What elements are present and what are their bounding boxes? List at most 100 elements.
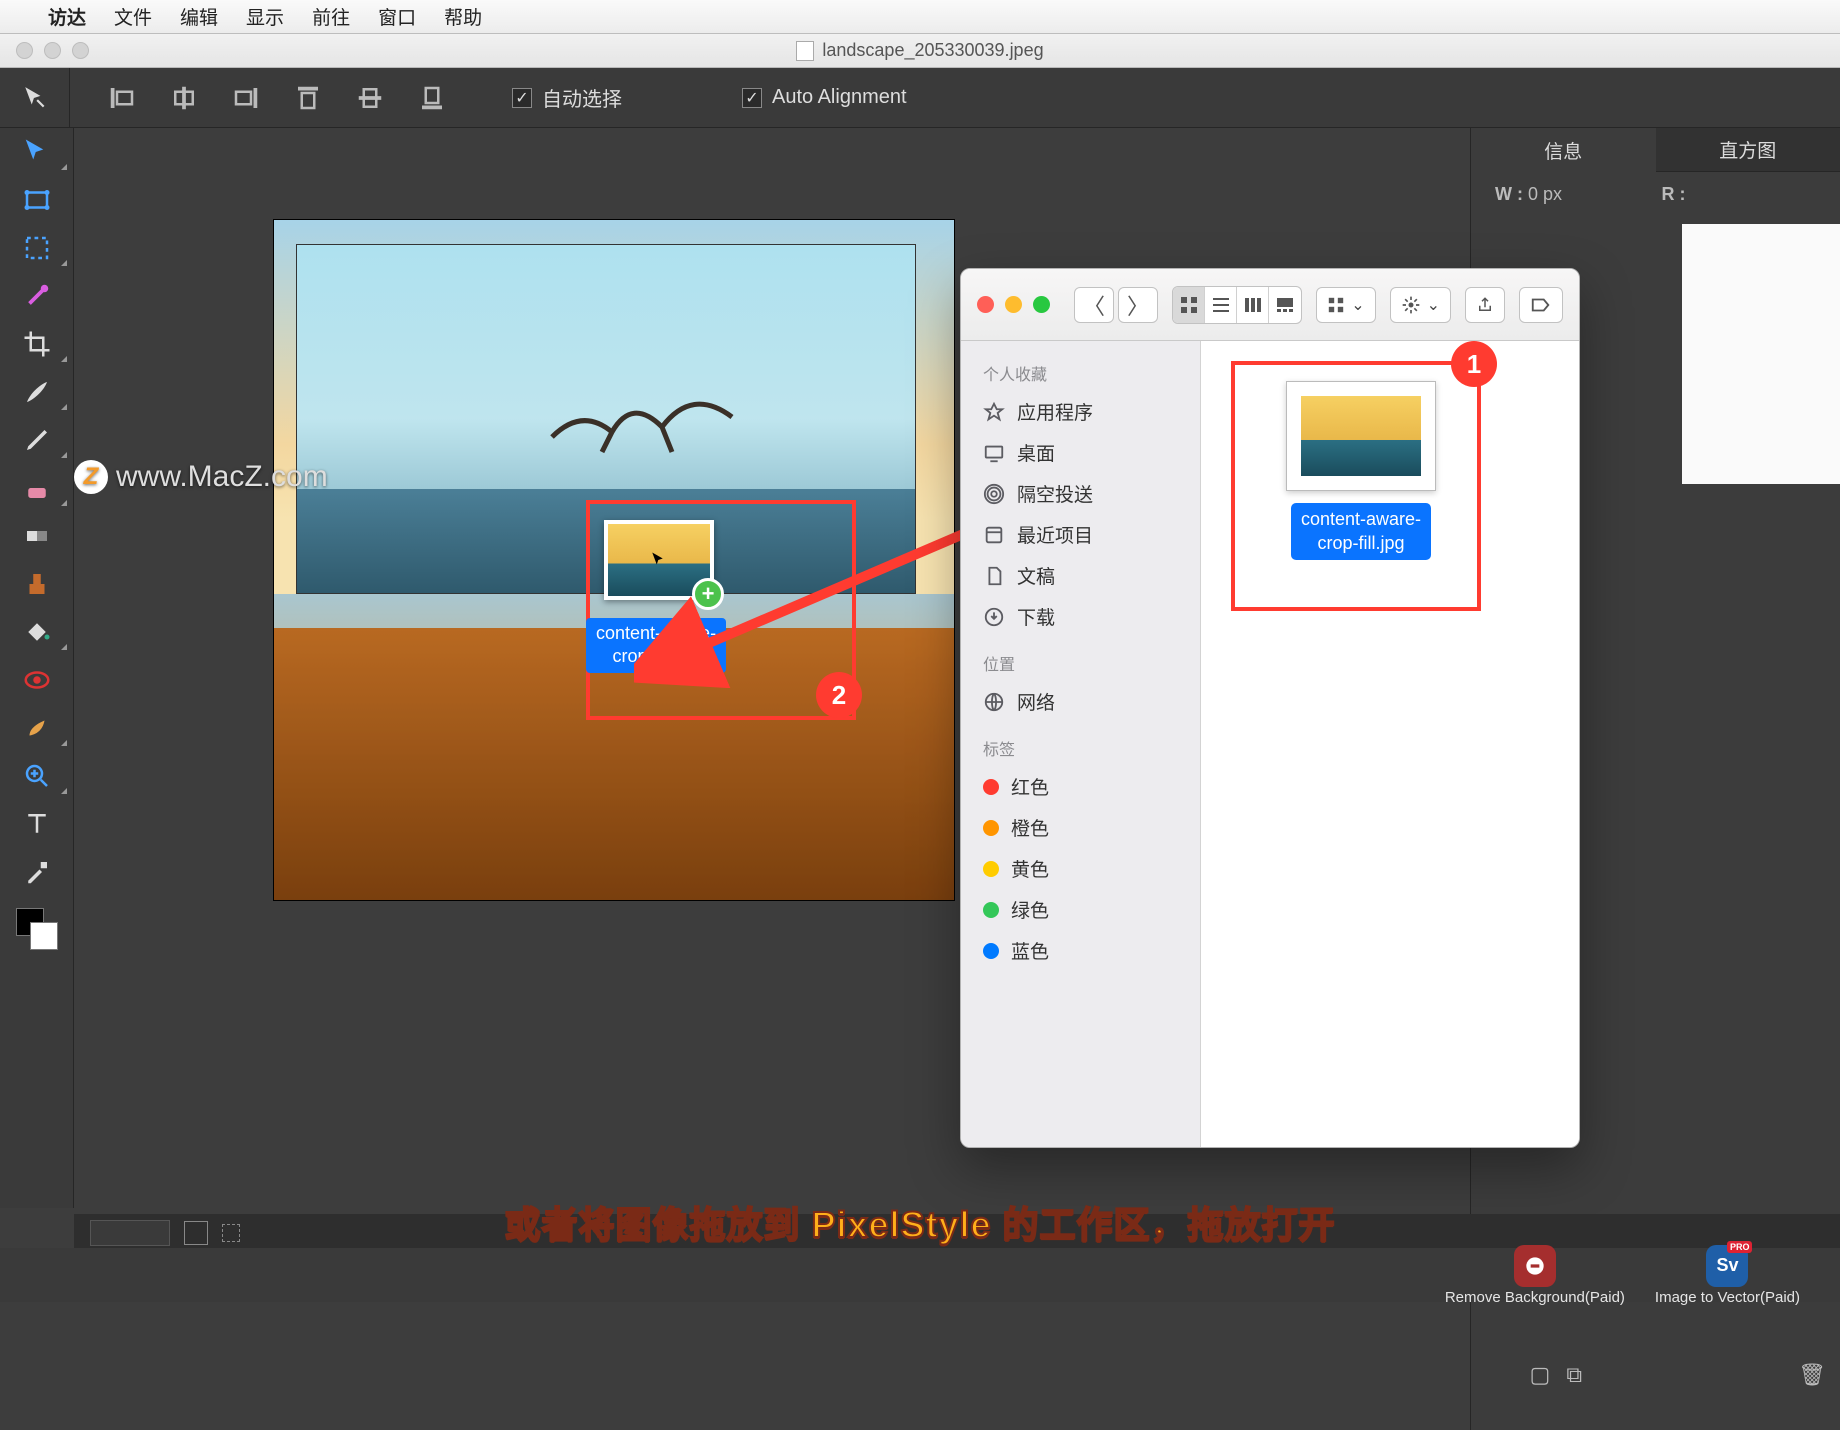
finder-toolbar: 〈 〉 ⌄ ⌄ xyxy=(961,269,1579,341)
tab-histogram[interactable]: 直方图 xyxy=(1656,128,1840,172)
zoom-button[interactable] xyxy=(72,42,89,59)
eraser-tool[interactable] xyxy=(0,464,73,512)
finder-action-button[interactable]: ⌄ xyxy=(1390,287,1451,323)
zoom-tool[interactable] xyxy=(0,752,73,800)
sidebar-item-applications[interactable]: 应用程序 xyxy=(961,391,1200,432)
sidebar-item-documents[interactable]: 文稿 xyxy=(961,555,1200,596)
transform-tool[interactable] xyxy=(0,176,73,224)
menu-edit[interactable]: 编辑 xyxy=(180,3,218,30)
tools-panel xyxy=(0,128,74,1208)
red-eye-tool[interactable] xyxy=(0,656,73,704)
finder-column-view[interactable] xyxy=(1237,287,1269,323)
finder-list-view[interactable] xyxy=(1205,287,1237,323)
sidebar-tag-red[interactable]: 红色 xyxy=(961,766,1200,807)
dock-remove-background[interactable]: Remove Background(Paid) xyxy=(1445,1245,1625,1306)
brush-tool[interactable] xyxy=(0,368,73,416)
finder-minimize-button[interactable] xyxy=(1005,296,1022,313)
align-vcenter-button[interactable] xyxy=(348,78,392,118)
sidebar-tag-yellow[interactable]: 黄色 xyxy=(961,848,1200,889)
finder-gallery-view[interactable] xyxy=(1269,287,1301,323)
file-name-label: content-aware-crop-fill.jpg xyxy=(1291,503,1431,560)
tab-info[interactable]: 信息 xyxy=(1471,128,1656,172)
dock-image-to-vector[interactable]: SvPRO Image to Vector(Paid) xyxy=(1655,1245,1800,1306)
current-tool-indicator xyxy=(0,68,70,128)
app-name[interactable]: 访达 xyxy=(48,3,86,30)
finder-group-button[interactable]: ⌄ xyxy=(1316,287,1375,323)
finder-share-button[interactable] xyxy=(1465,287,1505,323)
sidebar-tag-blue[interactable]: 蓝色 xyxy=(961,930,1200,971)
paint-bucket-tool[interactable] xyxy=(0,608,73,656)
annotation-badge-1: 1 xyxy=(1451,341,1497,387)
sidebar-item-airdrop[interactable]: 隔空投送 xyxy=(961,473,1200,514)
crop-tool[interactable] xyxy=(0,320,73,368)
panel-preview-area xyxy=(1682,224,1840,484)
eyedropper-tool[interactable] xyxy=(0,848,73,896)
canvas[interactable]: + content-aware-crop-fill.jpg 2 xyxy=(274,220,954,900)
macos-menubar[interactable]: 访达 文件 编辑 显示 前往 窗口 帮助 xyxy=(0,0,1840,34)
remove-bg-icon xyxy=(1514,1245,1556,1287)
info-row: W : 0 px R : xyxy=(1471,172,1840,216)
trash-icon[interactable]: 🗑 xyxy=(1798,1362,1826,1388)
new-layer-icon[interactable]: ▢ xyxy=(1530,1362,1551,1388)
smudge-tool[interactable] xyxy=(0,704,73,752)
finder-traffic-lights[interactable] xyxy=(977,296,1050,313)
align-right-button[interactable] xyxy=(224,78,268,118)
close-button[interactable] xyxy=(16,42,33,59)
extension-bar: Remove Background(Paid) SvPRO Image to V… xyxy=(0,1248,1840,1302)
align-bottom-button[interactable] xyxy=(410,78,454,118)
gradient-tool[interactable] xyxy=(0,512,73,560)
document-proxy-icon[interactable] xyxy=(796,41,814,61)
background-color[interactable] xyxy=(30,922,58,950)
finder-window[interactable]: 〈 〉 ⌄ ⌄ 个人收藏 应用程序 桌面 隔空投送 最近项目 文稿 下载 位置 … xyxy=(960,268,1580,1148)
marquee-tool[interactable] xyxy=(0,224,73,272)
finder-file[interactable]: content-aware-crop-fill.jpg xyxy=(1271,381,1451,560)
text-tool[interactable] xyxy=(0,800,73,848)
dragged-file-thumbnail[interactable]: + xyxy=(604,520,714,600)
checkbox-icon xyxy=(512,88,532,108)
file-thumbnail xyxy=(1286,381,1436,491)
sidebar-item-downloads[interactable]: 下载 xyxy=(961,596,1200,637)
finder-close-button[interactable] xyxy=(977,296,994,313)
duplicate-icon[interactable]: ⧉ xyxy=(1566,1362,1582,1388)
traffic-lights[interactable] xyxy=(16,42,89,59)
auto-alignment-checkbox[interactable]: Auto Alignment xyxy=(742,86,907,109)
image-to-vector-icon: SvPRO xyxy=(1706,1245,1748,1287)
move-tool-icon xyxy=(22,85,48,111)
auto-select-checkbox[interactable]: 自动选择 xyxy=(512,83,622,112)
tag-icon xyxy=(1530,296,1552,314)
sidebar-item-recents[interactable]: 最近项目 xyxy=(961,514,1200,555)
options-bar: 自动选择 Auto Alignment xyxy=(0,68,1840,128)
menu-window[interactable]: 窗口 xyxy=(378,3,416,30)
finder-zoom-button[interactable] xyxy=(1033,296,1050,313)
align-top-button[interactable] xyxy=(286,78,330,118)
finder-icon-view[interactable] xyxy=(1173,287,1205,323)
finder-tags-button[interactable] xyxy=(1519,287,1563,323)
panel-footer-icons: ▢ ⧉ 🗑 xyxy=(1530,1362,1826,1388)
minimize-button[interactable] xyxy=(44,42,61,59)
clone-stamp-tool[interactable] xyxy=(0,560,73,608)
finder-forward-button[interactable]: 〉 xyxy=(1118,287,1158,323)
finder-back-button[interactable]: 〈 xyxy=(1074,287,1114,323)
sidebar-tag-green[interactable]: 绿色 xyxy=(961,889,1200,930)
pencil-tool[interactable] xyxy=(0,416,73,464)
driftwood-graphic xyxy=(532,377,752,457)
finder-view-switcher[interactable] xyxy=(1172,286,1302,324)
gear-icon xyxy=(1401,295,1421,315)
window-titlebar: landscape_205330039.jpeg xyxy=(0,34,1840,68)
auto-alignment-label: Auto Alignment xyxy=(772,86,907,109)
menu-go[interactable]: 前往 xyxy=(312,3,350,30)
finder-content[interactable]: 1 content-aware-crop-fill.jpg xyxy=(1201,341,1579,1147)
sidebar-tag-orange[interactable]: 橙色 xyxy=(961,807,1200,848)
align-hcenter-button[interactable] xyxy=(162,78,206,118)
align-left-button[interactable] xyxy=(100,78,144,118)
sidebar-item-network[interactable]: 网络 xyxy=(961,681,1200,722)
tutorial-caption: 或者将图像拖放到 PixelStyle 的工作区，拖放打开 xyxy=(0,1196,1840,1248)
sidebar-item-desktop[interactable]: 桌面 xyxy=(961,432,1200,473)
color-swatches[interactable] xyxy=(16,908,57,958)
menu-help[interactable]: 帮助 xyxy=(444,3,482,30)
cursor-icon xyxy=(650,551,668,569)
magic-wand-tool[interactable] xyxy=(0,272,73,320)
move-tool[interactable] xyxy=(0,128,73,176)
menu-view[interactable]: 显示 xyxy=(246,3,284,30)
menu-file[interactable]: 文件 xyxy=(114,3,152,30)
